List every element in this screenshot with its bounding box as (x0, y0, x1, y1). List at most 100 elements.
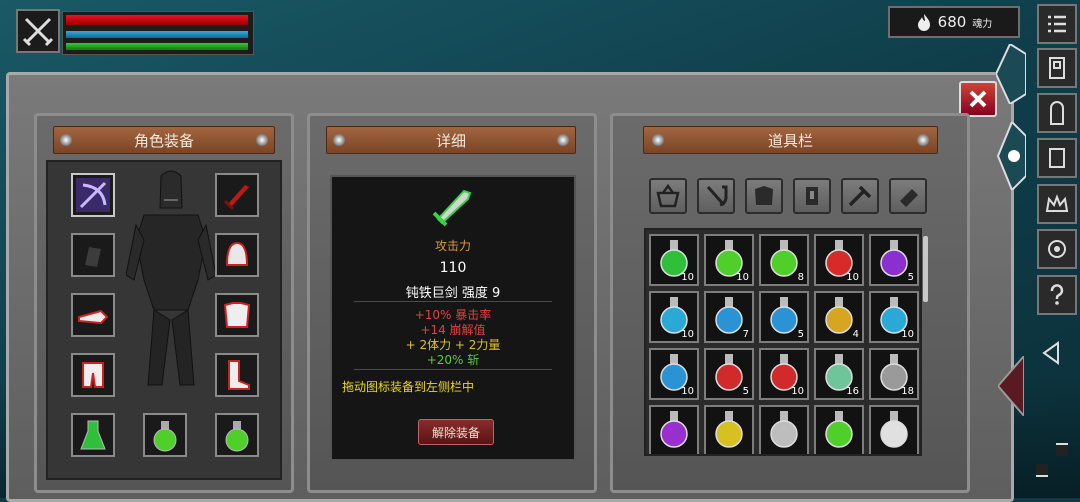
inventory-slot[interactable]: 5 (759, 291, 809, 343)
item-count: 5 (797, 329, 804, 340)
inventory-slot[interactable]: 18 (869, 348, 919, 400)
helmet-icon (225, 241, 249, 266)
equipment-title-banner: 角色装备 (53, 126, 275, 154)
player-hud (16, 9, 254, 55)
stat-value: 110 (439, 260, 467, 276)
rivet (652, 134, 664, 146)
item-count: 4 (852, 329, 859, 340)
eye-decoration (996, 122, 1026, 190)
equip-slot-legs[interactable] (71, 353, 115, 397)
bonus-slash: +20% 斩 (426, 353, 480, 367)
drag-hint: 拖动图标装备到左侧栏中 (342, 380, 475, 394)
divider (354, 301, 552, 302)
detail-title-banner: 详细 (326, 126, 576, 154)
inventory-title: 道具栏 (767, 131, 813, 150)
inventory-slot[interactable]: 16 (814, 348, 864, 400)
inventory-slot[interactable] (649, 405, 699, 454)
green-flask-icon (225, 421, 249, 452)
inventory-slot[interactable] (869, 405, 919, 454)
equip-slot-chest[interactable] (215, 293, 259, 337)
filter-tools-button[interactable] (841, 178, 879, 214)
inventory-slot[interactable]: 8 (759, 234, 809, 286)
unequip-button[interactable]: 解除装备 (418, 419, 494, 445)
equip-slot-boots[interactable] (215, 353, 259, 397)
equip-slot-ring[interactable] (71, 233, 115, 277)
item-name: 钝铁巨剑 强度 9 (405, 286, 501, 301)
inventory-slot[interactable]: 10 (649, 348, 699, 400)
mana-bar (66, 31, 248, 38)
inventory-slot[interactable] (814, 405, 864, 454)
boots-icon (228, 360, 250, 390)
quick-slot-2[interactable] (143, 413, 187, 457)
divider (354, 369, 552, 370)
inventory-slot[interactable]: 10 (759, 348, 809, 400)
rivet (917, 134, 929, 146)
filter-accessories-button[interactable] (793, 178, 831, 214)
potion-icon (770, 411, 798, 448)
item-detail-box: 攻击力 110 钝铁巨剑 强度 9 +10% 暴击率 +14 崩解值 + 2体力… (330, 175, 576, 461)
crossed-swords-icon (22, 17, 54, 47)
gauntlet-icon (78, 309, 109, 325)
stamina-bar (66, 43, 248, 50)
item-count: 10 (846, 272, 859, 283)
inventory-slot[interactable]: 10 (869, 291, 919, 343)
leg-armor-icon (82, 362, 104, 388)
filter-armor-button[interactable] (745, 178, 783, 214)
inventory-slot[interactable]: 10 (649, 291, 699, 343)
inventory-slot[interactable]: 10 (814, 234, 864, 286)
resize-corner-icon[interactable] (1032, 440, 1072, 480)
arrow-decoration (998, 356, 1024, 416)
item-count: 10 (791, 386, 804, 397)
status-bars (62, 11, 254, 55)
green-flask-icon (153, 421, 177, 452)
filter-basket-button[interactable] (649, 178, 687, 214)
item-count: 10 (681, 329, 694, 340)
close-button[interactable] (959, 81, 997, 117)
inventory-grid: 10 10 8 10 5 10 7 5 4 10 10 5 10 16 18 (644, 228, 922, 456)
inventory-slot[interactable]: 4 (814, 291, 864, 343)
scroll-item-icon (900, 189, 918, 207)
glyph-decoration (996, 44, 1026, 104)
character-model (126, 170, 216, 386)
rivet (60, 134, 72, 146)
inventory-slot[interactable]: 5 (704, 348, 754, 400)
equip-slot-arms[interactable] (71, 293, 115, 337)
item-count: 10 (681, 272, 694, 283)
item-count: 10 (901, 329, 914, 340)
green-vial-icon (80, 420, 106, 450)
amulet-icon (806, 187, 818, 205)
rivet (256, 134, 268, 146)
potion-icon (660, 411, 688, 448)
item-count: 16 (846, 386, 859, 397)
stat-label: 攻击力 (434, 239, 471, 253)
item-count: 5 (742, 386, 749, 397)
inventory-title-banner: 道具栏 (643, 126, 938, 154)
souls-unit: 魂力 (972, 18, 993, 30)
souls-value: 680 (937, 13, 967, 31)
quick-slot-1[interactable] (71, 413, 115, 457)
equipment-title: 角色装备 (133, 131, 194, 150)
character-portrait[interactable] (16, 9, 60, 53)
inventory-slot[interactable]: 5 (869, 234, 919, 286)
filter-weapons-button[interactable] (697, 178, 735, 214)
inventory-slot[interactable]: 7 (704, 291, 754, 343)
filter-materials-button[interactable] (889, 178, 927, 214)
quick-slot-3[interactable] (215, 413, 259, 457)
item-count: 10 (736, 272, 749, 283)
item-count: 8 (797, 272, 804, 283)
rivet (557, 134, 569, 146)
inventory-slot[interactable]: 10 (704, 234, 754, 286)
equip-slot-helmet[interactable] (215, 233, 259, 277)
potion-icon (715, 411, 743, 448)
chest-armor-icon (223, 302, 251, 328)
back-icon[interactable] (1040, 340, 1062, 366)
item-count: 7 (742, 329, 749, 340)
hammer-icon (848, 185, 872, 207)
inventory-scrollbar[interactable] (923, 236, 928, 302)
equip-slot-weapon[interactable] (71, 173, 115, 217)
inventory-slot[interactable]: 10 (649, 234, 699, 286)
inventory-slot[interactable] (704, 405, 754, 454)
equip-slot-offhand[interactable] (215, 173, 259, 217)
inventory-slot[interactable] (759, 405, 809, 454)
potion-icon (880, 411, 908, 448)
